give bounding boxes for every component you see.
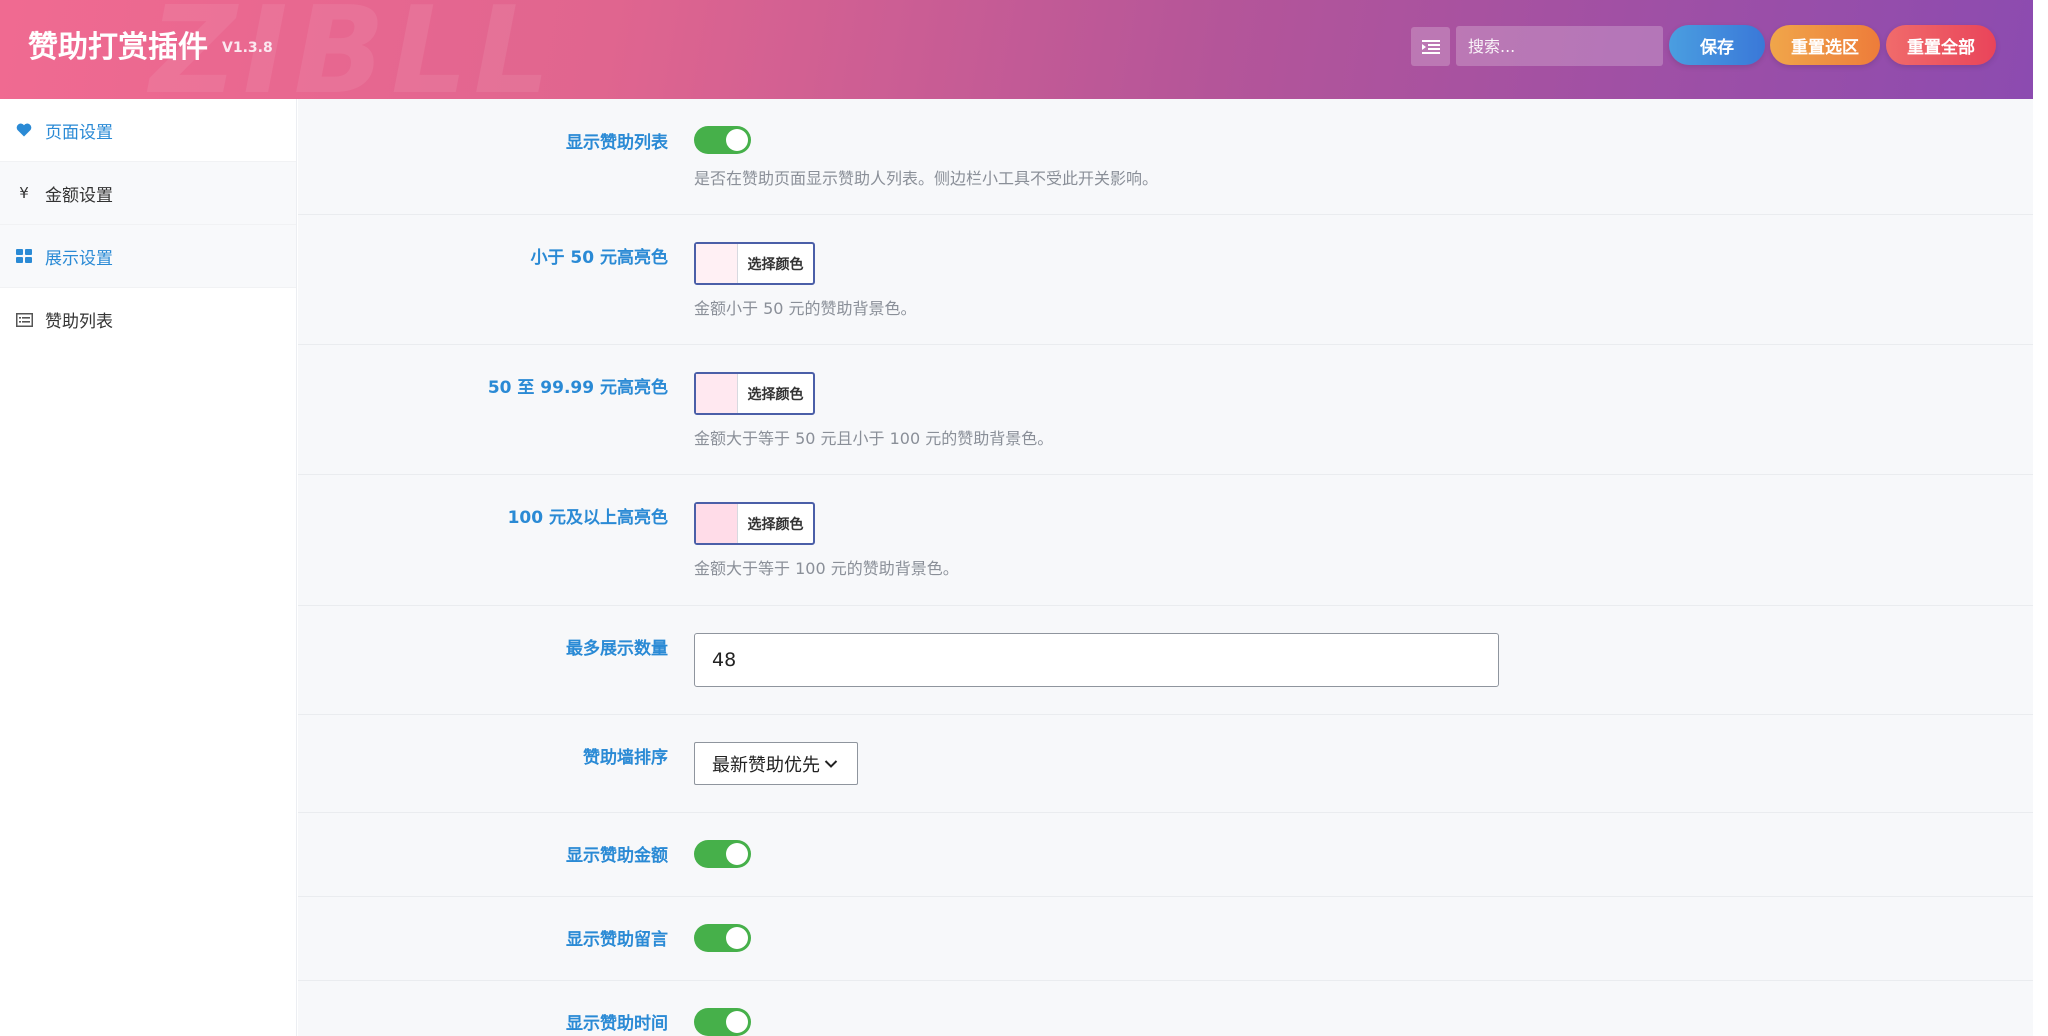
search-input[interactable] [1456,26,1663,66]
choose-color-button[interactable]: 选择颜色 [738,374,813,413]
choose-color-button[interactable]: 选择颜色 [738,244,813,283]
setting-label: 小于 50 元高亮色 [530,248,669,268]
menu-toggle-button[interactable] [1411,27,1450,66]
color-mid-picker[interactable]: 选择颜色 [694,372,815,415]
color-swatch [696,504,738,543]
page-title: 赞助打赏插件 [28,30,208,65]
setting-description: 金额大于等于 50 元且小于 100 元的赞助背景色。 [694,429,1054,448]
sidebar-item-page-settings[interactable]: 页面设置 [0,99,296,162]
setting-label: 显示赞助列表 [566,133,668,153]
show-amount-toggle[interactable] [694,840,751,868]
setting-description: 是否在赞助页面显示赞助人列表。侧边栏小工具不受此开关影响。 [694,169,1159,188]
setting-row-sort: 赞助墙排序 最新赞助优先 [298,715,2033,813]
heart-icon [15,121,33,139]
show-list-toggle[interactable] [694,126,751,154]
list-icon [15,311,33,329]
sidebar-item-label: 页面设置 [45,122,113,143]
indent-list-icon [1421,39,1440,54]
setting-description: 金额小于 50 元的赞助背景色。 [694,299,917,318]
sort-select-value: 最新赞助优先 [712,754,820,776]
setting-row-color-low: 小于 50 元高亮色 选择颜色 金额小于 50 元的赞助背景色。 [298,215,2033,345]
setting-label: 显示赞助留言 [566,930,668,950]
settings-panel: 显示赞助列表 是否在赞助页面显示赞助人列表。侧边栏小工具不受此开关影响。 小于 … [298,99,2033,1036]
grid-icon [15,247,33,265]
setting-label: 显示赞助时间 [566,1014,668,1034]
color-high-picker[interactable]: 选择颜色 [694,502,815,545]
setting-row-show-message: 显示赞助留言 [298,897,2033,981]
save-button[interactable]: 保存 [1669,25,1765,65]
max-count-input[interactable] [694,633,1499,687]
yen-icon: ¥ [19,184,29,202]
show-message-toggle[interactable] [694,924,751,952]
version-badge: V1.3.8 [222,40,273,56]
sidebar-item-label: 赞助列表 [45,312,113,332]
color-swatch [696,244,738,283]
page-gutter [2033,0,2048,1036]
sidebar-item-display-settings[interactable]: 展示设置 [0,225,296,288]
show-time-toggle[interactable] [694,1008,751,1036]
setting-row-max-count: 最多展示数量 [298,606,2033,715]
setting-label: 赞助墙排序 [583,748,668,768]
setting-label: 最多展示数量 [566,639,668,659]
reset-all-button[interactable]: 重置全部 [1886,25,1996,65]
color-swatch [696,374,738,413]
color-low-picker[interactable]: 选择颜色 [694,242,815,285]
setting-label: 50 至 99.99 元高亮色 [487,378,668,398]
setting-row-show-amount: 显示赞助金额 [298,813,2033,897]
reset-section-button[interactable]: 重置选区 [1770,25,1880,65]
sidebar-item-amount-settings[interactable]: ¥ 金额设置 [0,162,296,225]
setting-row-color-high: 100 元及以上高亮色 选择颜色 金额大于等于 100 元的赞助背景色。 [298,475,2033,606]
choose-color-button[interactable]: 选择颜色 [738,504,813,543]
header-watermark: ZIBLL [150,0,557,99]
setting-row-show-time: 显示赞助时间 [298,981,2033,1036]
chevron-down-icon [824,759,838,769]
setting-row-show-list: 显示赞助列表 是否在赞助页面显示赞助人列表。侧边栏小工具不受此开关影响。 [298,99,2033,215]
setting-row-color-mid: 50 至 99.99 元高亮色 选择颜色 金额大于等于 50 元且小于 100 … [298,345,2033,475]
sidebar-item-label: 金额设置 [45,185,113,206]
setting-description: 金额大于等于 100 元的赞助背景色。 [694,559,959,578]
header-bar: ZIBLL 赞助打赏插件 V1.3.8 保存 重置选区 重置全部 [0,0,2033,99]
setting-label: 100 元及以上高亮色 [507,508,668,528]
sidebar-item-sponsor-list[interactable]: 赞助列表 [0,288,296,351]
setting-label: 显示赞助金额 [566,846,668,866]
sidebar-item-label: 展示设置 [45,248,113,269]
sort-select[interactable]: 最新赞助优先 [694,742,858,785]
sidebar: 页面设置 ¥ 金额设置 展示设置 赞助列表 [0,99,297,1036]
